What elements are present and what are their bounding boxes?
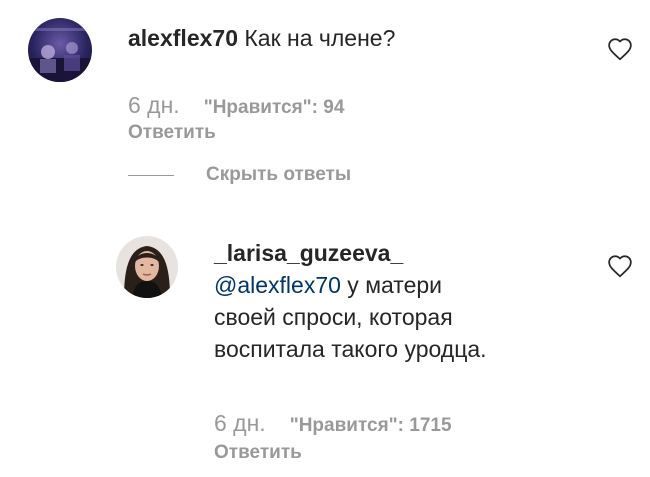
comment-body: alexflex70 Как на члене? — [128, 22, 395, 54]
reply-button[interactable]: Ответить — [128, 122, 216, 144]
heart-outline-icon[interactable] — [607, 37, 633, 61]
comment-age: 6 дн. — [128, 92, 180, 118]
comment-text: Как на члене? — [244, 25, 396, 51]
hide-replies-label: Скрыть ответы — [206, 164, 352, 185]
reply-likes-count[interactable]: "Нравится": 1715 — [290, 415, 452, 436]
divider-line — [128, 174, 174, 176]
avatar-alexflex70[interactable] — [28, 18, 92, 82]
reply-text-line-2: своей спроси, которая — [214, 304, 453, 330]
mention-link[interactable]: @alexflex70 — [214, 272, 341, 298]
reply-age: 6 дн. — [214, 410, 266, 436]
reply-text-line-3: воспитала такого уродца. — [214, 336, 487, 362]
comment-username[interactable]: alexflex70 — [128, 25, 238, 51]
reply-button[interactable]: Ответить — [214, 442, 302, 464]
comment-likes-count[interactable]: "Нравится": 94 — [204, 97, 345, 118]
hide-replies-button[interactable]: Скрыть ответы — [128, 164, 351, 186]
reply-body: _larisa_guzeeva_ @alexflex70 у матери св… — [214, 237, 487, 365]
heart-outline-icon[interactable] — [607, 254, 633, 278]
avatar-larisa-guzeeva[interactable] — [116, 236, 178, 298]
comment-meta: 6 дн. "Нравится": 94 — [128, 92, 344, 119]
reply-username[interactable]: _larisa_guzeeva_ — [214, 240, 403, 266]
reply-text-line-1: у матери — [340, 272, 443, 298]
reply-meta: 6 дн. "Нравится": 1715 — [214, 410, 452, 437]
